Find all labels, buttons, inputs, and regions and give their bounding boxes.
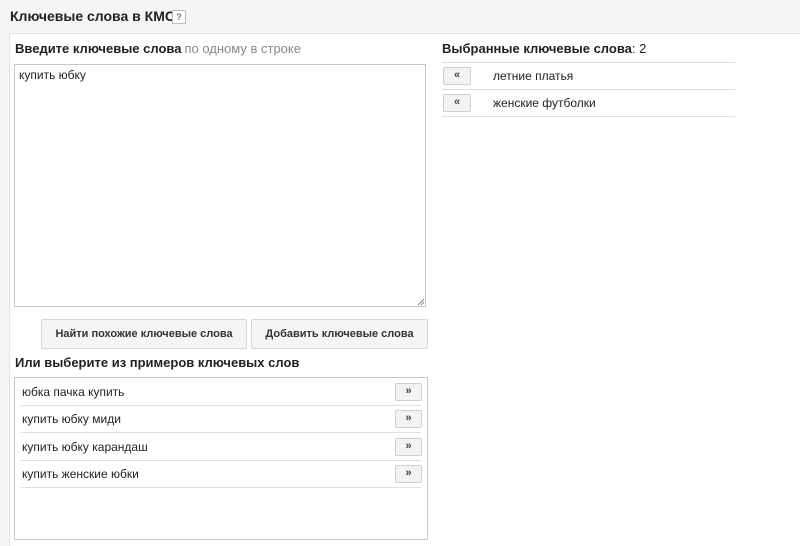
example-row: юбка пачка купить » bbox=[21, 379, 422, 406]
example-row: купить юбку миди » bbox=[21, 406, 422, 433]
section-title: Ключевые слова в КМС bbox=[10, 8, 175, 24]
keywords-textarea[interactable]: купить юбку bbox=[14, 64, 426, 307]
add-example-button[interactable]: » bbox=[395, 383, 422, 401]
selected-count: : 2 bbox=[631, 41, 647, 56]
example-row: купить женские юбки » bbox=[21, 461, 422, 488]
example-keyword: юбка пачка купить bbox=[22, 385, 125, 399]
selected-keyword: женские футболки bbox=[493, 96, 596, 110]
help-icon[interactable]: ? bbox=[172, 10, 186, 24]
selected-keyword: летние платья bbox=[493, 69, 574, 83]
resize-grip-icon[interactable] bbox=[416, 297, 425, 306]
entry-label-text: Введите ключевые слова bbox=[15, 41, 182, 56]
selected-label: Выбранные ключевые слова: 2 bbox=[442, 41, 646, 56]
example-keyword: купить женские юбки bbox=[22, 467, 139, 481]
find-similar-keywords-button[interactable]: Найти похожие ключевые слова bbox=[41, 319, 247, 349]
selected-row: « женские футболки bbox=[442, 90, 735, 117]
remove-keyword-button[interactable]: « bbox=[443, 67, 471, 85]
entry-hint: по одному в строке bbox=[184, 41, 301, 56]
entry-label: Введите ключевые слова по одному в строке bbox=[15, 41, 301, 56]
add-keywords-button[interactable]: Добавить ключевые слова bbox=[251, 319, 428, 349]
selected-label-text: Выбранные ключевые слова bbox=[442, 41, 632, 56]
selected-keywords-list: « летние платья « женские футболки bbox=[442, 62, 735, 117]
example-row: купить юбку карандаш » bbox=[21, 434, 422, 461]
selected-row: « летние платья bbox=[442, 63, 735, 90]
example-keyword: купить юбку карандаш bbox=[22, 440, 148, 454]
remove-keyword-button[interactable]: « bbox=[443, 94, 471, 112]
example-keyword: купить юбку миди bbox=[22, 412, 121, 426]
add-example-button[interactable]: » bbox=[395, 465, 422, 483]
add-example-button[interactable]: » bbox=[395, 438, 422, 456]
examples-list: юбка пачка купить » купить юбку миди » к… bbox=[14, 377, 428, 540]
examples-label: Или выберите из примеров ключевых слов bbox=[15, 355, 300, 370]
add-example-button[interactable]: » bbox=[395, 410, 422, 428]
section-header: Ключевые слова в КМС ? bbox=[0, 0, 800, 32]
